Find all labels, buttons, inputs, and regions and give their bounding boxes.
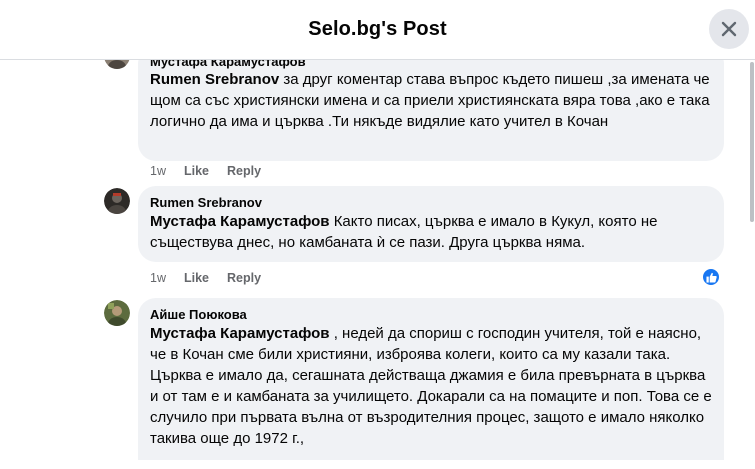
comment-text: Мустафа Карамустафов , недей да спориш с… xyxy=(150,323,712,449)
comment-text: Rumen Srebranov за друг коментар става в… xyxy=(150,69,712,132)
comment-actions: 1w Like Reply xyxy=(150,271,279,285)
like-reaction-badge[interactable] xyxy=(701,267,721,287)
close-button[interactable] xyxy=(709,9,749,49)
comment-mention[interactable]: Мустафа Карамустафов xyxy=(150,325,330,342)
comment-bubble: Мустафа Карамустафов Rumen Srebranov за … xyxy=(138,60,724,161)
comment-bubble: Айше Поюкова Мустафа Карамустафов , неде… xyxy=(138,298,724,469)
post-dialog-header: Selo.bg's Post xyxy=(0,0,755,60)
comment-mention[interactable]: Rumen Srebranov xyxy=(150,71,279,88)
scrollbar[interactable] xyxy=(749,60,755,465)
avatar[interactable] xyxy=(104,300,130,326)
like-button[interactable]: Like xyxy=(184,271,209,285)
comment-author[interactable]: Айше Поюкова xyxy=(150,306,712,323)
thumbs-up-icon xyxy=(705,272,717,283)
comments-feed: Мустафа Карамустафов Rumen Srebranov за … xyxy=(0,60,755,469)
dialog-title: Selo.bg's Post xyxy=(308,18,447,40)
comment-timestamp[interactable]: 1w xyxy=(150,271,166,285)
dialog-bottom-edge xyxy=(0,460,755,469)
like-button[interactable]: Like xyxy=(184,164,209,178)
comment-actions: 1w Like Reply xyxy=(150,164,279,178)
avatar[interactable] xyxy=(104,188,130,214)
comment-mention[interactable]: Мустафа Карамустафов xyxy=(150,213,330,230)
comment-timestamp[interactable]: 1w xyxy=(150,164,166,178)
comment-text: Мустафа Карамустафов Както писах, църква… xyxy=(150,211,712,253)
comment-body: , недей да спориш с господин учителя, то… xyxy=(150,325,712,447)
comment-bubble: Rumen Srebranov Мустафа Карамустафов Как… xyxy=(138,186,724,262)
close-icon xyxy=(721,21,737,37)
reply-button[interactable]: Reply xyxy=(227,164,261,178)
avatar[interactable] xyxy=(104,60,130,69)
reply-button[interactable]: Reply xyxy=(227,271,261,285)
comment-author[interactable]: Rumen Srebranov xyxy=(150,194,712,211)
